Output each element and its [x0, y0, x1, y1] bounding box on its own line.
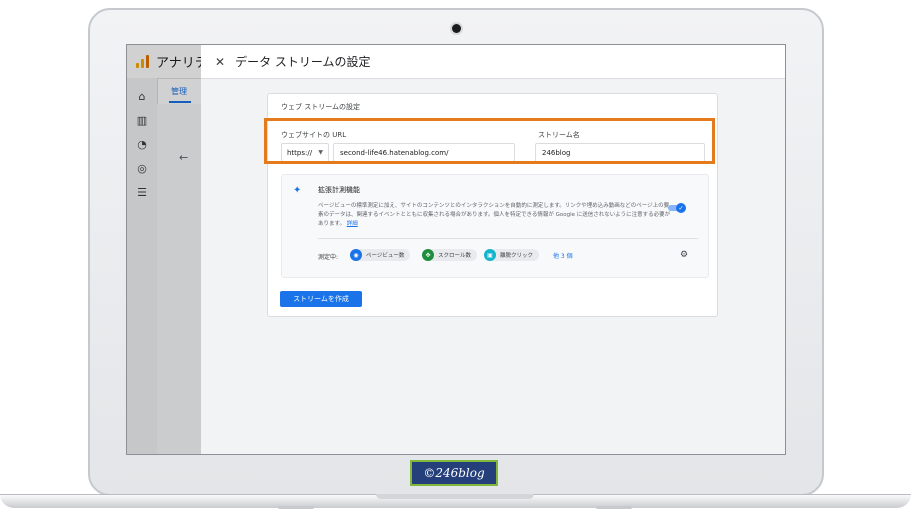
details-link[interactable]: 詳細 — [347, 221, 358, 227]
close-icon[interactable]: ✕ — [215, 55, 225, 69]
more-events-link[interactable]: 他 3 個 — [553, 251, 573, 260]
lock-icon: ▣ — [484, 249, 496, 261]
panel-header: ✕ データ ストリームの設定 — [201, 45, 785, 79]
laptop-screen: アナリティクス ⌂ ▥ ◔ ◎ ☰ ⚙ 管理 ← ✕ データ ストリームの設定 … — [126, 44, 786, 455]
check-icon: ✓ — [676, 203, 686, 213]
scroll-arrows-icon: ✥ — [422, 249, 434, 261]
chip-outbound-clicks: ▣ 離脱クリック — [484, 249, 540, 261]
panel-title: データ ストリームの設定 — [235, 55, 371, 69]
gear-icon[interactable]: ⚙ — [680, 250, 688, 260]
laptop-foot — [278, 506, 314, 509]
chip-label: スクロール数 — [438, 253, 472, 259]
stream-settings-panel: ✕ データ ストリームの設定 ウェブ ストリームの設定 ウェブサイトの URL … — [201, 45, 785, 454]
divider — [318, 238, 698, 239]
measuring-label: 測定中: — [318, 254, 339, 261]
highlight-box — [264, 118, 715, 164]
overlay-scrim — [127, 45, 201, 454]
eye-icon: ◉ — [350, 249, 362, 261]
create-stream-button[interactable]: ストリームを作成 — [280, 291, 362, 307]
description-text: ページビューの標準測定に加え、サイトのコンテンツとのインタラクションを自動的に測… — [318, 203, 671, 227]
laptop-notch — [376, 494, 534, 499]
card-title: ウェブ ストリームの設定 — [281, 103, 361, 111]
enhanced-measurement-description: ページビューの標準測定に加え、サイトのコンテンツとのインタラクションを自動的に測… — [318, 202, 674, 229]
enhanced-measurement-title: 拡張計測機能 — [318, 186, 360, 194]
watermark: ©246blog — [410, 460, 498, 486]
chip-scrolls: ✥ スクロール数 — [422, 249, 478, 261]
sparkle-icon: ✦ — [293, 185, 302, 196]
camera-icon — [452, 24, 461, 33]
laptop-foot — [596, 506, 632, 509]
chip-page-views: ◉ ページビュー数 — [350, 249, 411, 261]
enhanced-measurement-box: ✦ 拡張計測機能 ページビューの標準測定に加え、サイトのコンテンツとのインタラク… — [281, 174, 709, 278]
chip-label: ページビュー数 — [366, 253, 405, 259]
chip-label: 離脱クリック — [500, 253, 534, 259]
enhanced-measurement-toggle[interactable]: ✓ — [668, 203, 686, 213]
